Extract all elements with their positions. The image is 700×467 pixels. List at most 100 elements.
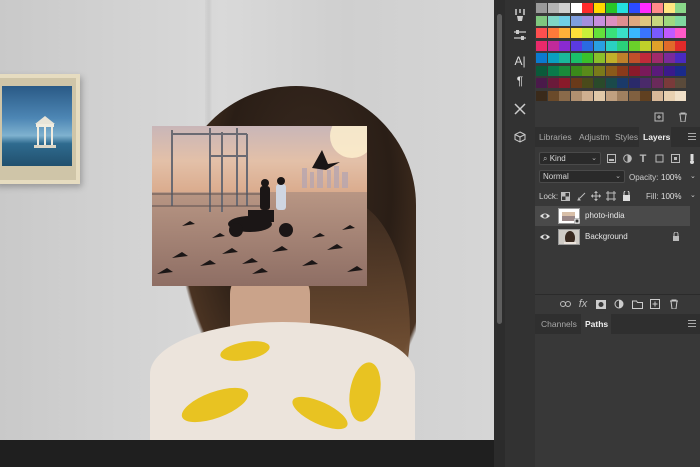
tools-icon[interactable]: [509, 100, 531, 118]
swatch-color[interactable]: [570, 15, 582, 26]
photo-india-layer[interactable]: [152, 126, 367, 286]
folder-icon[interactable]: [631, 298, 643, 310]
fx-icon[interactable]: fx: [577, 298, 589, 310]
layer-row-photo-india[interactable]: photo-india: [535, 206, 690, 226]
swatch-color[interactable]: [559, 90, 571, 101]
swatch-color[interactable]: [536, 3, 547, 13]
swatch-color[interactable]: [594, 28, 605, 38]
lock-position-icon[interactable]: [591, 191, 601, 201]
swatch-color[interactable]: [570, 53, 582, 63]
swatch-color[interactable]: [675, 40, 687, 51]
swatch-color[interactable]: [640, 78, 652, 88]
swatch-color[interactable]: [652, 65, 663, 76]
tab-layers[interactable]: Layers: [639, 127, 671, 147]
pixel-filter-icon[interactable]: [606, 153, 616, 164]
smart-object-filter-icon[interactable]: [670, 153, 680, 164]
swatch-color[interactable]: [594, 90, 605, 101]
swatch-color[interactable]: [617, 90, 629, 101]
lock-brush-icon[interactable]: [576, 191, 586, 201]
panel-menu-icon[interactable]: [688, 133, 696, 140]
3d-icon[interactable]: [509, 128, 531, 146]
swatch-color[interactable]: [628, 78, 640, 88]
swatch-color[interactable]: [559, 65, 571, 76]
swatch-color[interactable]: [594, 3, 605, 13]
swatch-color[interactable]: [675, 28, 687, 38]
swatch-color[interactable]: [594, 40, 605, 51]
swatch-color[interactable]: [652, 40, 663, 51]
mask-icon[interactable]: [595, 298, 607, 310]
swatch-color[interactable]: [605, 53, 617, 63]
swatch-color[interactable]: [570, 65, 582, 76]
swatch-color[interactable]: [605, 3, 617, 13]
new-swatch-icon[interactable]: [653, 111, 665, 123]
swatch-color[interactable]: [628, 28, 640, 38]
swatch-color[interactable]: [582, 3, 594, 13]
swatch-color[interactable]: [582, 15, 594, 26]
tab-adjustments[interactable]: Adjustm: [579, 127, 613, 147]
swatch-color[interactable]: [663, 3, 675, 13]
swatch-color[interactable]: [559, 53, 571, 63]
tab-libraries[interactable]: Libraries: [539, 127, 577, 147]
eye-icon[interactable]: [540, 232, 550, 242]
swatch-color[interactable]: [582, 53, 594, 63]
swatch-color[interactable]: [605, 65, 617, 76]
trash-icon[interactable]: [668, 298, 680, 310]
swatch-color[interactable]: [663, 40, 675, 51]
swatch-color[interactable]: [675, 78, 687, 88]
swatch-color[interactable]: [570, 28, 582, 38]
swatch-color[interactable]: [536, 78, 547, 88]
type-icon[interactable]: A|: [509, 52, 531, 70]
chevron-down-icon[interactable]: ⌄: [690, 191, 696, 199]
swatch-color[interactable]: [536, 53, 547, 63]
swatch-color[interactable]: [663, 78, 675, 88]
swatch-color[interactable]: [640, 3, 652, 13]
opacity-field[interactable]: 100%: [661, 173, 681, 182]
swatch-color[interactable]: [547, 65, 559, 76]
swatch-color[interactable]: [640, 15, 652, 26]
swatch-color[interactable]: [570, 78, 582, 88]
swatch-color[interactable]: [559, 40, 571, 51]
swatch-color[interactable]: [617, 53, 629, 63]
swatch-color[interactable]: [582, 90, 594, 101]
swatch-color[interactable]: [547, 53, 559, 63]
tab-styles[interactable]: Styles: [615, 127, 639, 147]
swatch-color[interactable]: [605, 40, 617, 51]
swatch-color[interactable]: [675, 65, 687, 76]
filter-kind-select[interactable]: ⌕ Kind ⌄: [539, 152, 601, 165]
brush-settings-icon[interactable]: [509, 6, 531, 24]
swatch-color[interactable]: [536, 90, 547, 101]
swatch-color[interactable]: [652, 78, 663, 88]
swatch-color[interactable]: [617, 40, 629, 51]
fill-field[interactable]: 100%: [661, 192, 681, 201]
swatch-color[interactable]: [594, 78, 605, 88]
swatch-color[interactable]: [640, 53, 652, 63]
link-icon[interactable]: [559, 298, 571, 310]
swatch-color[interactable]: [628, 90, 640, 101]
lock-artboard-icon[interactable]: [606, 191, 616, 201]
canvas-scroll-thumb[interactable]: [497, 14, 502, 324]
swatch-color[interactable]: [617, 28, 629, 38]
swatch-color[interactable]: [559, 3, 571, 13]
swatch-color[interactable]: [547, 28, 559, 38]
swatch-color[interactable]: [536, 40, 547, 51]
shape-filter-icon[interactable]: [654, 153, 664, 164]
swatch-color[interactable]: [617, 3, 629, 13]
swatch-color[interactable]: [652, 53, 663, 63]
swatch-color[interactable]: [628, 65, 640, 76]
swatch-color[interactable]: [582, 65, 594, 76]
swatch-color[interactable]: [628, 15, 640, 26]
trash-icon[interactable]: [677, 111, 689, 123]
swatch-color[interactable]: [594, 15, 605, 26]
chevron-down-icon[interactable]: ⌄: [690, 172, 696, 180]
swatch-color[interactable]: [536, 28, 547, 38]
swatch-color[interactable]: [570, 90, 582, 101]
swatch-color[interactable]: [582, 40, 594, 51]
swatch-color[interactable]: [640, 90, 652, 101]
swatch-color[interactable]: [547, 3, 559, 13]
blend-mode-select[interactable]: Normal ⌄: [539, 170, 625, 183]
swatch-color[interactable]: [663, 65, 675, 76]
layer-row-background[interactable]: Background: [535, 227, 690, 247]
tab-channels[interactable]: Channels: [539, 314, 581, 334]
swatch-color[interactable]: [547, 15, 559, 26]
swatch-color[interactable]: [559, 78, 571, 88]
